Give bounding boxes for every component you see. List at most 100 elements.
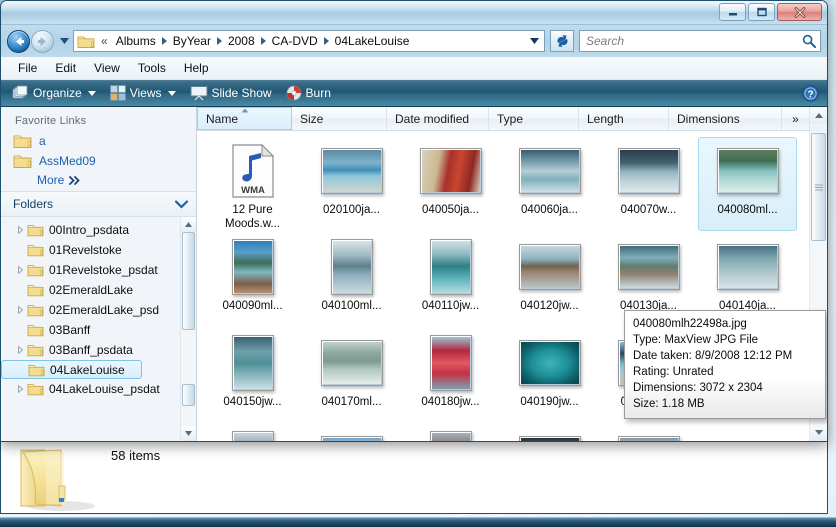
breadcrumb-separator-icon[interactable] bbox=[215, 37, 224, 45]
search-icon[interactable] bbox=[802, 34, 816, 48]
wma-file-icon: WMA bbox=[231, 144, 274, 198]
list-scroll-down-button[interactable] bbox=[810, 424, 827, 441]
file-item[interactable]: WMA 12 Pure Moods.w... bbox=[203, 137, 302, 231]
navigation-scroll-thumb-lower[interactable] bbox=[182, 384, 195, 406]
file-item[interactable]: 040190jw... bbox=[500, 329, 599, 423]
breadcrumb-separator-icon[interactable] bbox=[322, 37, 331, 45]
file-item[interactable]: 040250w... bbox=[500, 425, 599, 441]
file-item[interactable]: 040100ml... bbox=[302, 233, 401, 327]
expand-triangle-icon[interactable] bbox=[14, 266, 27, 274]
file-item[interactable]: 040180jw... bbox=[401, 329, 500, 423]
file-caption: 040070w... bbox=[620, 204, 677, 216]
tree-item-03banff[interactable]: 03Banff bbox=[1, 320, 180, 340]
column-header-more[interactable]: » bbox=[782, 107, 810, 130]
tree-item-01revelstoke-psdata[interactable]: 01Revelstoke_psdat bbox=[1, 260, 180, 280]
file-item-selected[interactable]: 040080ml... bbox=[698, 137, 797, 231]
breadcrumb-item-albums[interactable]: Albums bbox=[112, 33, 160, 49]
photo-thumbnail bbox=[231, 239, 274, 295]
list-scroll-thumb[interactable] bbox=[811, 133, 826, 241]
tree-item-04lakelouise[interactable]: 04LakeLouise bbox=[1, 360, 142, 379]
file-item[interactable]: 040120jw... bbox=[500, 233, 599, 327]
breadcrumb-item-ca-dvd[interactable]: CA-DVD bbox=[268, 33, 322, 49]
menu-tools[interactable]: Tools bbox=[129, 59, 175, 77]
menu-help[interactable]: Help bbox=[175, 59, 218, 77]
navigation-scroll-thumb[interactable] bbox=[182, 232, 195, 330]
window-body: Favorite Links a AssMed09 More Folders 0… bbox=[1, 107, 827, 441]
photo-thumbnail bbox=[419, 148, 482, 194]
expand-triangle-icon[interactable] bbox=[14, 306, 27, 314]
favorite-link-a[interactable]: a bbox=[1, 131, 196, 151]
breadcrumb-item-byyear[interactable]: ByYear bbox=[169, 33, 215, 49]
address-dropdown-button[interactable] bbox=[526, 38, 542, 44]
column-header-name[interactable]: Name bbox=[197, 107, 292, 130]
file-item[interactable]: 020100ja... bbox=[302, 137, 401, 231]
tree-item-03banff-psdata[interactable]: 03Banff_psdata bbox=[1, 340, 180, 360]
title-bar[interactable] bbox=[1, 1, 827, 25]
breadcrumb-separator-icon[interactable] bbox=[160, 37, 169, 45]
search-input[interactable] bbox=[584, 33, 802, 49]
thumbnail-wrapper bbox=[518, 431, 581, 441]
expand-triangle-icon[interactable] bbox=[14, 226, 27, 234]
photo-thumbnail bbox=[320, 340, 383, 386]
menu-view[interactable]: View bbox=[85, 59, 129, 77]
organize-button[interactable]: Organize bbox=[7, 83, 101, 103]
column-header-type[interactable]: Type bbox=[489, 107, 579, 130]
favorite-link-assmed09[interactable]: AssMed09 bbox=[1, 151, 196, 171]
tree-item-02emeraldlake[interactable]: 02EmeraldLake bbox=[1, 280, 180, 300]
file-item[interactable]: 040070w... bbox=[599, 137, 698, 231]
breadcrumb-separator-icon[interactable] bbox=[259, 37, 268, 45]
back-button[interactable] bbox=[7, 29, 30, 53]
list-scroll-up-button[interactable] bbox=[810, 107, 827, 124]
maximize-button[interactable] bbox=[748, 3, 775, 21]
chevron-down-icon[interactable] bbox=[175, 199, 188, 209]
address-input[interactable]: « Albums ByYear 2008 CA-DVD 04LakeLouise bbox=[73, 30, 545, 52]
refresh-button[interactable] bbox=[550, 30, 574, 52]
column-header-date-modified[interactable]: Date modified bbox=[387, 107, 489, 130]
column-header-size[interactable]: Size bbox=[292, 107, 387, 130]
file-item[interactable]: 040110jw... bbox=[401, 233, 500, 327]
close-button[interactable] bbox=[777, 3, 822, 21]
thumbnail-wrapper bbox=[617, 431, 680, 441]
column-header-label: Date modified bbox=[395, 111, 470, 126]
menu-file[interactable]: File bbox=[9, 59, 46, 77]
forward-button[interactable] bbox=[31, 29, 54, 53]
help-button[interactable]: ? bbox=[802, 84, 819, 102]
file-item[interactable]: 040050ja... bbox=[401, 137, 500, 231]
scroll-grip-icon bbox=[814, 184, 823, 190]
tree-item-02emeraldlake-psdata[interactable]: 02EmeraldLake_psd bbox=[1, 300, 180, 320]
file-item[interactable]: 040150jw... bbox=[203, 329, 302, 423]
taskbar[interactable] bbox=[0, 517, 836, 527]
file-item[interactable]: 040260ja... bbox=[599, 425, 698, 441]
folders-section-header[interactable]: Folders bbox=[1, 191, 196, 217]
tree-item-04lakelouise-psdata[interactable]: 04LakeLouise_psdat bbox=[1, 379, 180, 399]
expand-triangle-icon[interactable] bbox=[14, 346, 27, 354]
breadcrumb-item-04lakelouise[interactable]: 04LakeLouise bbox=[331, 33, 414, 49]
slide-show-button[interactable]: Slide Show bbox=[185, 83, 277, 103]
file-item[interactable]: 040240w... bbox=[401, 425, 500, 441]
navigation-scroll-track[interactable] bbox=[181, 232, 196, 426]
navigation-pane: Favorite Links a AssMed09 More Folders 0… bbox=[1, 107, 197, 441]
file-item[interactable]: 040090ml... bbox=[203, 233, 302, 327]
menu-edit[interactable]: Edit bbox=[46, 59, 85, 77]
burn-button[interactable]: Burn bbox=[281, 83, 336, 103]
file-item[interactable]: 040170ml... bbox=[302, 329, 401, 423]
scroll-up-button[interactable] bbox=[181, 217, 196, 232]
breadcrumb-item-2008[interactable]: 2008 bbox=[224, 33, 259, 49]
file-item[interactable]: 040230ml... bbox=[302, 425, 401, 441]
more-favorites-button[interactable]: More bbox=[1, 171, 196, 191]
folder-icon bbox=[27, 343, 44, 357]
column-header-length[interactable]: Length bbox=[579, 107, 669, 130]
navigation-pane-scrollbar[interactable] bbox=[180, 217, 196, 441]
views-button[interactable]: Views bbox=[105, 83, 181, 103]
breadcrumb-overflow[interactable]: « bbox=[97, 33, 112, 49]
column-header-dimensions[interactable]: Dimensions bbox=[669, 107, 782, 130]
search-box[interactable] bbox=[579, 30, 821, 52]
tree-item-01revelstoke[interactable]: 01Revelstoke bbox=[1, 240, 180, 260]
file-item[interactable]: 040060ja... bbox=[500, 137, 599, 231]
expand-triangle-icon[interactable] bbox=[14, 385, 27, 393]
recent-pages-dropdown-button[interactable] bbox=[57, 31, 71, 51]
tree-item-00intro-psdata[interactable]: 00Intro_psdata bbox=[1, 220, 180, 240]
scroll-down-button[interactable] bbox=[181, 426, 196, 441]
file-item[interactable]: 040220w... bbox=[203, 425, 302, 441]
minimize-button[interactable] bbox=[719, 3, 746, 21]
